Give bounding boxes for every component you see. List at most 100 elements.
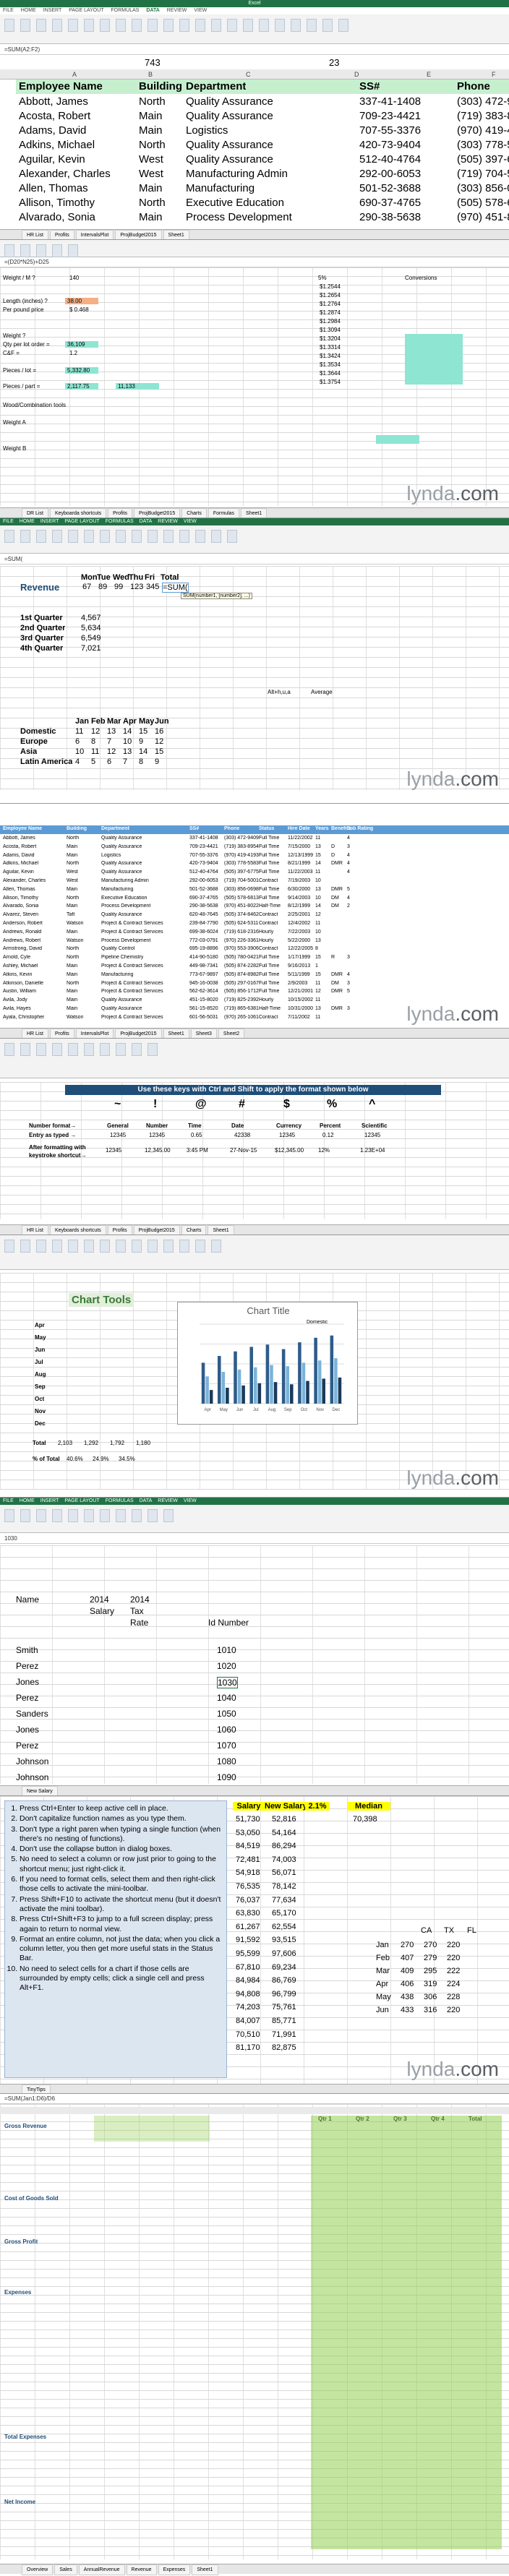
col-a[interactable]: A <box>72 71 77 78</box>
region-value[interactable]: 5 <box>91 757 95 766</box>
region-value[interactable]: 10 <box>123 737 132 746</box>
table-cell[interactable]: Main <box>67 903 77 909</box>
formula-bar[interactable]: 1030 <box>0 1534 509 1544</box>
table-cell[interactable]: 5 <box>347 887 350 892</box>
table-cell[interactable]: Hourly <box>259 997 273 1003</box>
table-cell[interactable]: Contract <box>259 946 278 951</box>
ribbon-button[interactable] <box>20 1240 30 1253</box>
table-cell[interactable]: 13 <box>315 844 321 849</box>
salary-value[interactable]: 91,592 <box>236 1936 260 1944</box>
table-cell[interactable]: Quality Assurance <box>101 912 142 917</box>
state-cell[interactable]: 224 <box>447 1980 460 1988</box>
table-cell[interactable]: 772-03-0791 <box>189 938 218 943</box>
ribbon-button[interactable] <box>4 1509 14 1522</box>
table-cell[interactable]: Pipeline Chemistry <box>101 955 143 960</box>
chart-bar[interactable] <box>209 1390 213 1404</box>
ribbon-button[interactable] <box>227 19 237 32</box>
ribbon-button[interactable] <box>163 19 174 32</box>
table-cell[interactable]: Quality Assurance <box>101 997 142 1003</box>
name-cell[interactable]: Johnson <box>16 1772 48 1782</box>
cell-value[interactable]: 420-73-9404 <box>359 139 421 151</box>
ribbon-button[interactable] <box>132 1043 142 1056</box>
table-cell[interactable]: (505) 874-8982 <box>224 972 259 977</box>
chart-bar[interactable] <box>237 1369 241 1404</box>
cell-value[interactable]: Quality Assurance <box>186 153 273 166</box>
table-cell[interactable]: (303) 472-9409 <box>224 836 259 841</box>
sheet-tab[interactable]: Formulas <box>208 508 240 518</box>
ribbon-button[interactable] <box>68 19 78 32</box>
table-cell[interactable]: Contract <box>259 1015 278 1020</box>
chart-bar[interactable] <box>257 1383 262 1404</box>
table-cell[interactable]: Quality Assurance <box>101 870 142 875</box>
cell-value[interactable]: (505) 397-6775 <box>457 153 509 166</box>
region-value[interactable]: 15 <box>139 727 147 736</box>
ribbon-button[interactable] <box>116 1240 126 1253</box>
cell-value[interactable]: 290-38-5638 <box>359 211 421 223</box>
formatted-value[interactable]: 12,345.00 <box>145 1147 171 1154</box>
table-cell[interactable]: Main <box>67 887 77 892</box>
table-cell[interactable]: Hourly <box>259 938 273 943</box>
ribbon-button[interactable] <box>147 19 158 32</box>
chart-bar[interactable] <box>317 1360 322 1404</box>
sheet-tab[interactable]: TinyTips <box>22 2085 51 2093</box>
table-cell[interactable]: 15 <box>315 972 321 977</box>
result-value[interactable]: 11,133 <box>116 383 159 390</box>
ribbon-button[interactable] <box>84 19 94 32</box>
table-cell[interactable]: 1 <box>315 963 318 969</box>
table-cell[interactable]: Process Development <box>101 938 150 943</box>
tab-view[interactable]: VIEW <box>184 1498 197 1503</box>
table-cell[interactable]: 561-15-8520 <box>189 1006 218 1011</box>
sheet-tab[interactable]: Sheet3 <box>190 1029 217 1038</box>
table-cell[interactable]: 8/21/1999 <box>288 861 310 866</box>
table-cell[interactable]: 290-38-5638 <box>189 903 218 909</box>
table-cell[interactable]: 773-67-9897 <box>189 972 218 977</box>
table-cell[interactable]: Watson <box>67 938 83 943</box>
new-salary-value[interactable]: 86,769 <box>272 1976 296 1985</box>
ribbon-button[interactable] <box>132 1240 142 1253</box>
new-salary-value[interactable]: 97,606 <box>272 1949 296 1958</box>
formatted-value[interactable]: 12345 <box>106 1147 121 1154</box>
state-cell[interactable]: 319 <box>424 1980 437 1988</box>
chart-bar[interactable] <box>273 1382 278 1404</box>
cell-value[interactable]: West <box>139 168 163 180</box>
ribbon-button[interactable] <box>116 1043 126 1056</box>
header-phone[interactable]: Phone <box>457 80 490 93</box>
table-cell[interactable]: Contract <box>259 912 278 917</box>
ribbon-button[interactable] <box>179 19 189 32</box>
ribbon-button[interactable] <box>163 530 174 543</box>
table-cell[interactable]: 13 <box>315 887 321 892</box>
table-cell[interactable]: 449-98-7341 <box>189 963 218 969</box>
cell-value[interactable]: Main <box>139 182 163 194</box>
table-cell[interactable]: Alvarez, Steven <box>3 912 38 917</box>
tab-review[interactable]: REVIEW <box>158 1498 178 1503</box>
salary-value[interactable]: 51,730 <box>236 1815 260 1824</box>
cell-value[interactable]: Main <box>139 110 163 122</box>
name-cell[interactable]: Johnson <box>16 1756 48 1766</box>
table-cell[interactable]: (970) 553-3906 <box>224 946 259 951</box>
table-cell[interactable]: Avila, Jody <box>3 997 27 1003</box>
cell-value[interactable]: Quality Assurance <box>186 139 273 151</box>
chart-bar[interactable] <box>226 1388 229 1404</box>
table-cell[interactable]: 699-38-6024 <box>189 929 218 935</box>
table-cell[interactable]: (970) 265-1061 <box>224 1015 259 1020</box>
salary-value[interactable]: 53,050 <box>236 1829 260 1837</box>
ribbon-button[interactable] <box>20 19 30 32</box>
formula-bar[interactable]: =SUM( <box>0 554 509 564</box>
formatted-value[interactable]: 1.23E+04 <box>360 1147 385 1154</box>
cf-value[interactable]: 1.2 <box>69 350 77 356</box>
table-cell[interactable]: Allen, Thomas <box>3 887 35 892</box>
sheet-tab[interactable]: IntervalsPlot <box>75 230 114 239</box>
table-cell[interactable]: Ayala, Christopher <box>3 1015 44 1020</box>
name-cell[interactable]: Jones <box>16 1677 39 1687</box>
cell-value[interactable]: 512-40-4764 <box>359 153 421 166</box>
ribbon-button[interactable] <box>68 244 78 257</box>
tab-view[interactable]: VIEW <box>194 8 207 13</box>
pct-value[interactable]: 34.5% <box>119 1456 135 1462</box>
table-cell[interactable]: 14 <box>315 861 321 866</box>
table-cell[interactable]: Quality Assurance <box>101 861 142 866</box>
chart-bar[interactable] <box>218 1356 221 1404</box>
cell-value[interactable]: North <box>139 197 166 209</box>
table-header[interactable]: Employee Name <box>3 826 42 831</box>
cell-value[interactable]: 690-37-4765 <box>359 197 421 209</box>
region-value[interactable]: 4 <box>75 757 80 766</box>
